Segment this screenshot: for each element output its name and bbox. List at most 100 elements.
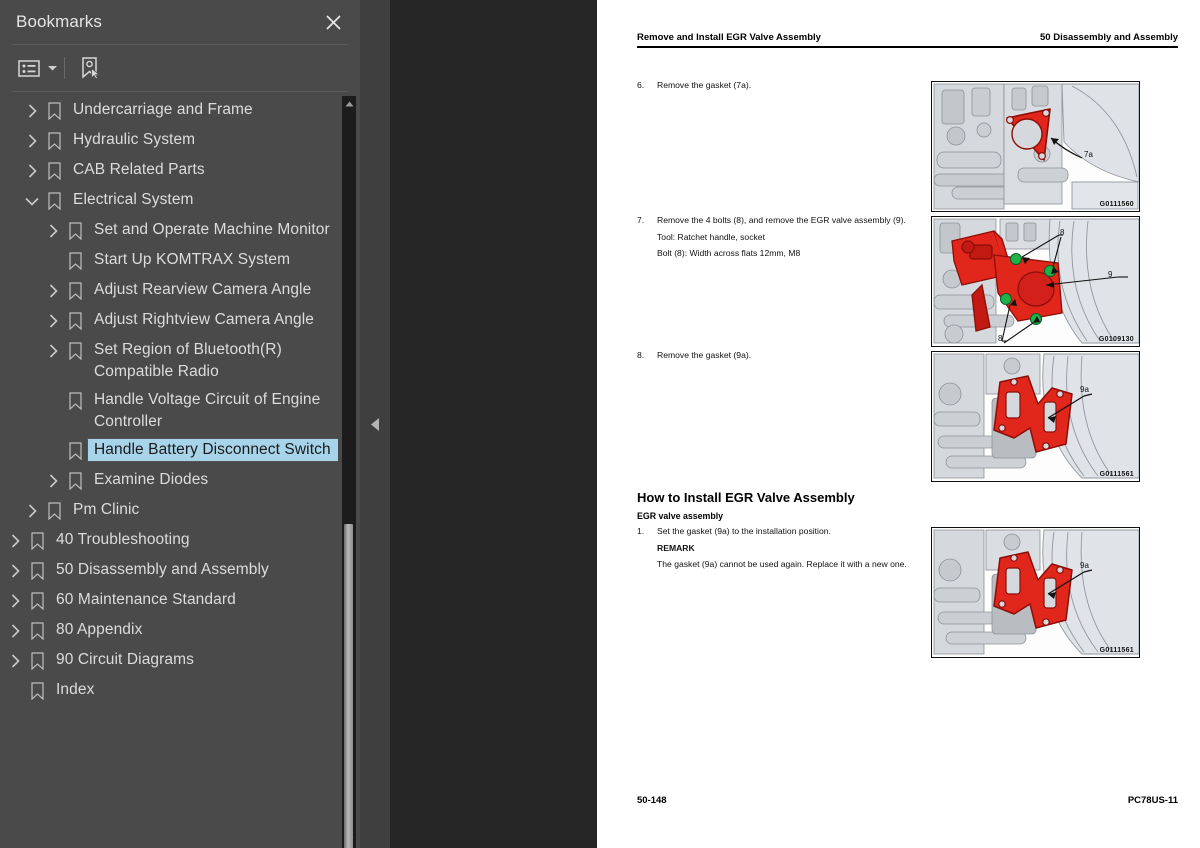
collapse-left-icon[interactable] xyxy=(360,0,390,848)
callout-9a: 9a xyxy=(1080,385,1089,394)
bookmarks-tree-container: Undercarriage and Frame Hydraulic System C… xyxy=(0,92,360,848)
document-header-left: Remove and Install EGR Valve Assembly xyxy=(637,32,821,43)
bookmark-icon xyxy=(64,439,86,463)
bookmark-item[interactable]: Hydraulic System xyxy=(0,126,338,156)
scrollbar-thumb[interactable] xyxy=(344,524,353,848)
figure-illustration xyxy=(932,82,1139,211)
bookmark-icon xyxy=(26,589,48,613)
toolbar-divider xyxy=(64,57,65,79)
install-heading: How to Install EGR Valve Assembly xyxy=(637,490,855,505)
chevron-down-icon[interactable] xyxy=(21,190,43,212)
bookmark-item[interactable]: Electrical System xyxy=(0,186,338,216)
bookmark-item[interactable]: Index xyxy=(0,676,338,706)
bookmark-item[interactable]: Adjust Rightview Camera Angle xyxy=(0,306,338,336)
bookmark-item[interactable]: Adjust Rearview Camera Angle xyxy=(0,276,338,306)
figure-egr-valve-assembly: 8 8 9 G0109130 xyxy=(931,216,1140,347)
step-number: 7. xyxy=(637,215,645,225)
chevron-right-icon[interactable] xyxy=(21,160,43,182)
bookmarks-panel-title: Bookmarks xyxy=(16,12,102,31)
chevron-right-icon[interactable] xyxy=(4,530,26,552)
bookmark-item[interactable]: Examine Diodes xyxy=(0,466,338,496)
bookmark-icon xyxy=(64,339,86,363)
chevron-right-icon[interactable] xyxy=(42,470,64,492)
remark-label: REMARK xyxy=(657,542,695,553)
document-header: Remove and Install EGR Valve Assembly 50… xyxy=(637,32,1178,48)
chevron-right-icon[interactable] xyxy=(4,620,26,642)
bookmark-icon xyxy=(43,99,65,123)
bookmark-item[interactable]: Pm Clinic xyxy=(0,496,338,526)
bookmark-icon xyxy=(26,679,48,703)
new-bookmark-icon[interactable] xyxy=(75,53,105,83)
document-header-right: 50 Disassembly and Assembly xyxy=(1040,32,1178,43)
bookmark-icon xyxy=(43,189,65,213)
figure-illustration xyxy=(932,217,1139,346)
bookmark-item[interactable]: 90 Circuit Diagrams xyxy=(0,646,338,676)
step-6: 6. Remove the gasket (7a). xyxy=(637,80,927,92)
bookmark-label: 50 Disassembly and Assembly xyxy=(56,561,269,578)
chevron-placeholder xyxy=(42,440,64,462)
chevron-down-icon[interactable] xyxy=(44,53,60,83)
bookmark-label: Start Up KOMTRAX System xyxy=(94,251,291,268)
model-number: PC78US-11 xyxy=(1127,795,1178,806)
chevron-right-icon[interactable] xyxy=(42,340,64,362)
bookmark-icon xyxy=(64,469,86,493)
bookmark-label: Hydraulic System xyxy=(73,131,196,148)
bookmark-icon xyxy=(43,159,65,183)
scroll-up-arrow-icon[interactable] xyxy=(342,96,356,112)
bookmark-icon xyxy=(43,129,65,153)
bookmark-label: Electrical System xyxy=(73,191,194,208)
callout-9: 9 xyxy=(1108,270,1113,279)
chevron-right-icon[interactable] xyxy=(21,500,43,522)
step-sub-text: Bolt (8): Width across flats 12mm, M8 xyxy=(657,248,801,259)
figure-gasket-9a-install: 9a G0111561 xyxy=(931,527,1140,658)
bookmark-item[interactable]: Handle Voltage Circuit of Engine Control… xyxy=(0,386,338,436)
bookmark-item[interactable]: 50 Disassembly and Assembly xyxy=(0,556,338,586)
bookmark-item[interactable]: Set and Operate Machine Monitor xyxy=(0,216,338,246)
bookmark-icon xyxy=(64,389,86,413)
chevron-placeholder xyxy=(42,250,64,272)
bookmark-label: 90 Circuit Diagrams xyxy=(56,651,194,668)
pdf-viewer-canvas[interactable]: Remove and Install EGR Valve Assembly 50… xyxy=(390,0,1200,848)
step-text: Remove the 4 bolts (8), and remove the E… xyxy=(657,215,906,225)
bookmark-label: Set Region of Bluetooth(R) Compatible Ra… xyxy=(94,341,282,380)
chevron-right-icon[interactable] xyxy=(4,650,26,672)
chevron-right-icon[interactable] xyxy=(42,280,64,302)
bookmark-label: Handle Battery Disconnect Switch xyxy=(87,438,338,462)
bookmark-icon xyxy=(43,499,65,523)
chevron-right-icon[interactable] xyxy=(4,560,26,582)
bookmark-label: Adjust Rearview Camera Angle xyxy=(94,281,312,298)
bookmark-label: Set and Operate Machine Monitor xyxy=(94,221,330,238)
bookmark-label: 60 Maintenance Standard xyxy=(56,591,236,608)
figure-code: G0111560 xyxy=(1099,201,1134,208)
pdf-viewer-window: Bookmarks Undercarriage and Frame Hydrau… xyxy=(0,0,1200,848)
step-7: 7. Remove the 4 bolts (8), and remove th… xyxy=(637,215,927,260)
bookmark-item[interactable]: 40 Troubleshooting xyxy=(0,526,338,556)
bookmark-icon xyxy=(64,249,86,273)
bookmarks-scrollbar[interactable] xyxy=(338,96,360,848)
chevron-right-icon[interactable] xyxy=(21,130,43,152)
step-8: 8. Remove the gasket (9a). xyxy=(637,350,927,362)
bookmark-item[interactable]: 60 Maintenance Standard xyxy=(0,586,338,616)
bookmark-label: Examine Diodes xyxy=(94,471,209,488)
bookmark-label: Index xyxy=(56,681,95,698)
bookmark-item[interactable]: Set Region of Bluetooth(R) Compatible Ra… xyxy=(0,336,338,386)
step-text: Set the gasket (9a) to the installation … xyxy=(657,526,831,536)
figure-gasket-7a: 7a G0111560 xyxy=(931,81,1140,212)
chevron-right-icon[interactable] xyxy=(21,100,43,122)
chevron-right-icon[interactable] xyxy=(42,310,64,332)
bookmark-icon xyxy=(64,309,86,333)
figure-code: G0109130 xyxy=(1098,336,1134,343)
chevron-right-icon[interactable] xyxy=(42,220,64,242)
close-icon[interactable] xyxy=(320,9,346,35)
chevron-right-icon[interactable] xyxy=(4,590,26,612)
list-options-icon[interactable] xyxy=(14,53,44,83)
bookmark-item[interactable]: CAB Related Parts xyxy=(0,156,338,186)
bookmark-label: Adjust Rightview Camera Angle xyxy=(94,311,315,328)
bookmark-label: Pm Clinic xyxy=(73,501,140,518)
bookmark-item[interactable]: Start Up KOMTRAX System xyxy=(0,246,338,276)
page-number: 50-148 xyxy=(637,795,667,806)
bookmark-item[interactable]: 80 Appendix xyxy=(0,616,338,646)
bookmark-item[interactable]: Handle Battery Disconnect Switch xyxy=(0,436,338,466)
callout-8-bottom: 8 xyxy=(998,334,1003,343)
bookmark-item[interactable]: Undercarriage and Frame xyxy=(0,96,338,126)
